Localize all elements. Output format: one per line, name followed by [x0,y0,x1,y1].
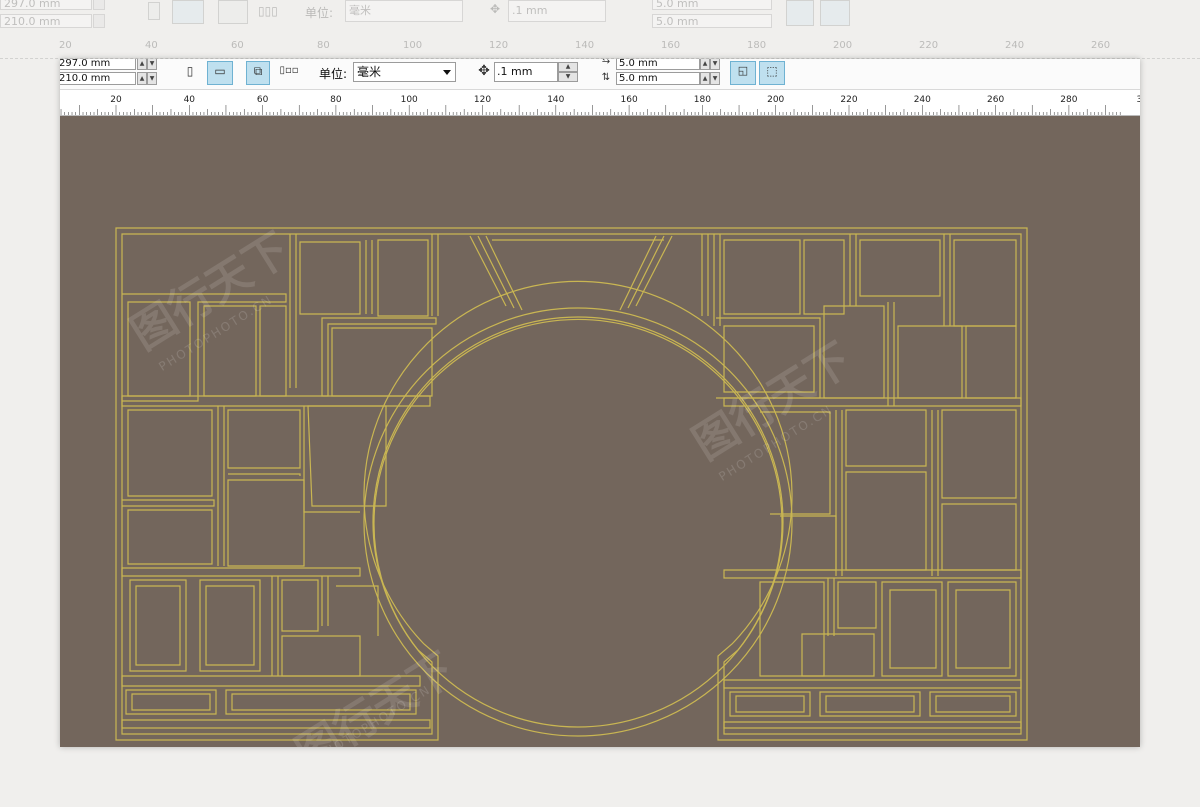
duplicate-x-field[interactable]: 5.0 mm [616,59,700,70]
nudge-spin-down-icon[interactable]: ▼ [558,72,578,82]
horizontal-ruler[interactable]: 20 40 60 80 100 120 140 160 180 200 220 240 260 280 30 [60,90,1140,116]
ghost-snap-icon [820,0,850,26]
drawing-canvas[interactable]: 图行天下 PHOTOPHOTO.CN 图行天下 PHOTOPHOTO.CN 图行… [60,116,1140,747]
ghost-portrait-icon [148,2,160,20]
nudge-spin-up-icon[interactable]: ▲ [558,62,578,72]
ghost-spin [93,14,105,28]
ghost-units-select: 毫米 [345,0,463,22]
dup-x-spin-up-icon[interactable]: ▲ [700,59,710,70]
portrait-icon[interactable]: ▯ [180,62,200,82]
page-width-field[interactable]: 297.0 mm [60,59,136,70]
ruler-label: 200 [767,95,785,105]
page-height-field[interactable]: 210.0 mm [60,72,136,85]
ruler-label: 280 [1060,95,1078,105]
ruler-label: 80 [330,95,342,105]
property-bar: 297.0 mm ▲ ▼ 210.0 mm ▲ ▼ ▯ ▭ ⧉ ▯▫▫ 单位: … [60,59,1140,90]
ghost-ruler-label: 20 [59,40,72,51]
ruler-label: 100 [400,95,418,105]
ghost-ruler-label: 80 [317,40,330,51]
background-toolbar: 297.0 mm 210.0 mm ▯▯▯ 单位: 毫米 ✥ .1 mm 5.0… [0,0,1200,59]
ruler-label: 20 [110,95,122,105]
units-select[interactable]: 毫米 [353,62,456,82]
lattice-drawing [115,227,1028,741]
top-strut-left [469,235,523,311]
nudge-distance-field[interactable]: .1 mm [494,62,558,82]
ruler-label: 30 [1136,95,1140,105]
ghost-spin [93,0,105,10]
ruler-label: 220 [840,95,858,105]
ruler-label: 60 [256,95,269,105]
ruler-ticks [60,105,1121,115]
ghost-ruler: 20 40 60 80 100 120 140 160 180 200 220 240 260 [0,38,1200,59]
ghost-ruler-label: 160 [661,40,681,51]
ghost-treat-filled-icon [786,0,814,26]
dup-y-spin-down-icon[interactable]: ▼ [710,72,720,85]
ghost-nudge-field: .1 mm [508,0,606,22]
duplicate-y-field[interactable]: 5.0 mm [616,72,700,85]
chevron-down-icon[interactable] [443,70,451,75]
ruler-label: 240 [913,95,931,105]
ruler-label: 120 [473,95,492,105]
ghost-ruler-label: 180 [747,40,767,51]
ghost-ruler-label: 140 [575,40,595,51]
ghost-dup-x-field: 5.0 mm [652,0,772,10]
ruler-label: 180 [693,95,711,105]
units-label: 单位: [319,67,348,81]
snap-icon[interactable]: ⬚ [759,61,785,85]
ghost-ruler-label: 120 [489,40,509,51]
ruler-label: 40 [183,95,196,105]
ghost-ruler-label: 260 [1091,40,1111,51]
ghost-all-pages-icon [218,0,248,24]
ghost-ruler-label: 220 [919,40,939,51]
ghost-ruler-label: 40 [145,40,158,51]
units-select-value: 毫米 [357,65,382,79]
ghost-height-field: 210.0 mm [0,14,92,28]
ghost-nudge-icon: ✥ [490,2,501,16]
ghost-ruler-label: 100 [403,40,423,51]
right-lattice [713,234,1022,729]
ruler-label: 260 [987,95,1005,105]
nudge-icon: ✥ [478,63,490,79]
treat-as-filled-icon[interactable]: ◱ [730,61,756,85]
ghost-ruler-label: 60 [231,40,244,51]
current-page-icon[interactable]: ▯▫▫ [276,62,302,82]
ghost-ruler-label: 200 [833,40,853,51]
ghost-current-page-icon: ▯▯▯ [258,4,278,18]
height-spin-up-icon[interactable]: ▲ [137,72,147,85]
dup-y-spin-up-icon[interactable]: ▲ [700,72,710,85]
ghost-ruler-label: 240 [1005,40,1025,51]
ghost-width-field: 297.0 mm [0,0,92,10]
ruler-label: 160 [620,95,638,105]
ruler-label: 140 [547,95,565,105]
landscape-icon[interactable]: ▭ [207,61,233,85]
all-pages-icon[interactable]: ⧉ [246,61,270,85]
ghost-dup-y-field: 5.0 mm [652,14,772,28]
width-spin-down-icon[interactable]: ▼ [147,59,157,70]
ghost-units-label: 单位: [305,6,334,20]
duplicate-x-icon: ⇆ [601,59,611,66]
width-spin-up-icon[interactable]: ▲ [137,59,147,70]
ghost-landscape-icon [172,0,204,24]
duplicate-y-icon: ⇅ [601,72,611,83]
height-spin-down-icon[interactable]: ▼ [147,72,157,85]
application-window: 297.0 mm ▲ ▼ 210.0 mm ▲ ▼ ▯ ▭ ⧉ ▯▫▫ 单位: … [60,59,1140,747]
dup-x-spin-down-icon[interactable]: ▼ [710,59,720,70]
